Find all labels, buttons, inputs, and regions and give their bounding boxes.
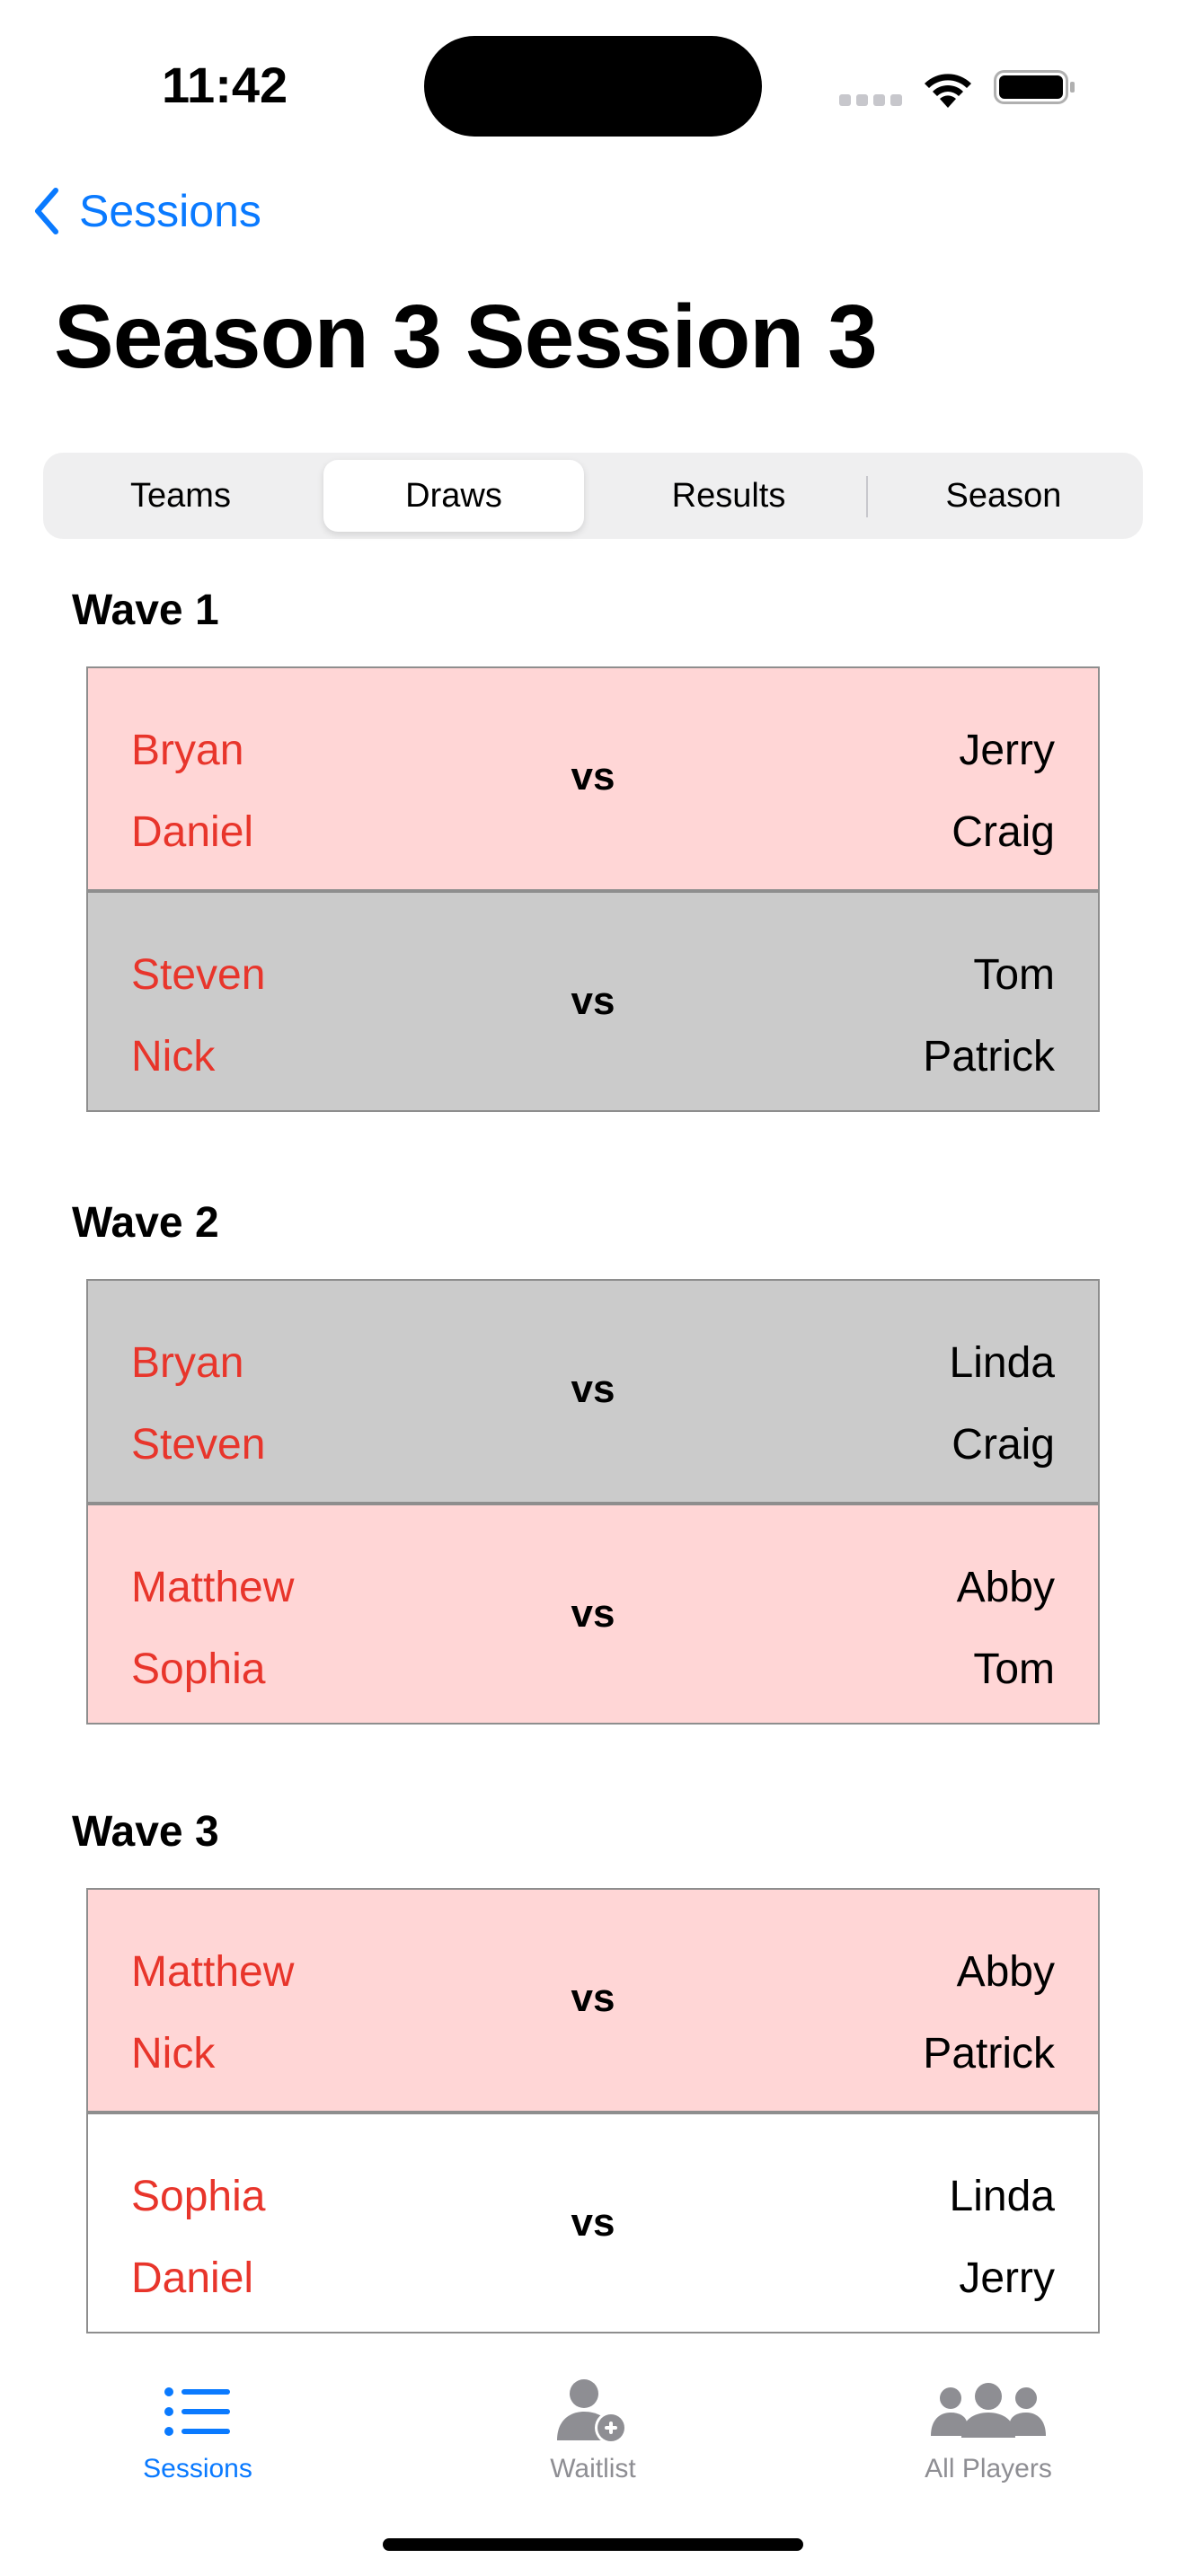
segment-draws[interactable]: Draws	[323, 460, 584, 532]
vs-label: vs	[571, 2201, 615, 2245]
match-row[interactable]: Sophia Daniel vs Linda Jerry	[88, 2111, 1098, 2332]
segment-season[interactable]: Season	[873, 460, 1134, 532]
wave-title: Wave 1	[72, 587, 219, 634]
player-name: Daniel	[131, 2254, 254, 2302]
player-name: Patrick	[923, 1033, 1055, 1081]
wave-draws: Matthew Nick vs Abby Patrick Sophia Dani…	[86, 1888, 1100, 2333]
back-button-label: Sessions	[79, 186, 261, 236]
cellular-signal-icon	[839, 94, 902, 107]
match-row[interactable]: Matthew Sophia vs Abby Tom	[88, 1502, 1098, 1723]
status-time: 11:42	[162, 57, 288, 113]
vs-label: vs	[571, 1592, 615, 1636]
segment-teams[interactable]: Teams	[50, 460, 311, 532]
match-row[interactable]: Bryan Steven vs Linda Craig	[88, 1281, 1098, 1502]
list-bullet-icon	[164, 2387, 230, 2436]
vs-label: vs	[571, 754, 615, 798]
player-name: Sophia	[131, 1645, 266, 1693]
wave-draws: Bryan Daniel vs Jerry Craig Steven Nick …	[86, 666, 1100, 1112]
tab-label: All Players	[925, 2454, 1052, 2483]
tab-all-players[interactable]: All Players	[854, 2371, 1123, 2484]
person-add-icon	[557, 2379, 627, 2444]
player-name: Linda	[949, 2173, 1055, 2220]
segment-divider	[866, 476, 868, 517]
wave-draws: Bryan Steven vs Linda Craig Matthew Soph…	[86, 1279, 1100, 1725]
player-name: Jerry	[959, 2254, 1055, 2302]
segment-results[interactable]: Results	[598, 460, 859, 532]
player-name: Steven	[131, 1421, 266, 1469]
player-name: Tom	[973, 1645, 1055, 1693]
player-name: Daniel	[131, 808, 254, 856]
tab-label: Waitlist	[550, 2454, 636, 2483]
player-name: Jerry	[959, 727, 1055, 774]
wave-title: Wave 2	[72, 1199, 219, 1247]
right-team: Abby Tom	[957, 1547, 1055, 1710]
right-team: Tom Patrick	[923, 934, 1055, 1098]
tab-sessions[interactable]: Sessions	[63, 2371, 332, 2484]
segmented-control: Teams Draws Results Season	[43, 453, 1143, 539]
match-row[interactable]: Bryan Daniel vs Jerry Craig	[88, 668, 1098, 889]
tab-label: Sessions	[143, 2454, 252, 2483]
player-name: Linda	[949, 1339, 1055, 1387]
player-name: Patrick	[923, 2030, 1055, 2078]
player-name: Nick	[131, 1033, 216, 1081]
battery-icon	[994, 70, 1075, 104]
back-button[interactable]: Sessions	[32, 180, 261, 243]
right-team: Linda Craig	[950, 1322, 1055, 1486]
right-team: Linda Jerry	[950, 2156, 1055, 2319]
player-name: Tom	[973, 951, 1055, 999]
player-name: Nick	[131, 2030, 216, 2078]
match-row[interactable]: Steven Nick vs Tom Patrick	[88, 889, 1098, 1110]
tab-waitlist[interactable]: Waitlist	[458, 2371, 728, 2484]
vs-label: vs	[571, 1367, 615, 1411]
player-name: Abby	[956, 1564, 1055, 1611]
people-group-icon	[931, 2383, 1046, 2438]
wave-title: Wave 3	[72, 1808, 219, 1856]
status-bar: 11:42	[0, 0, 1186, 171]
right-team: Jerry Craig	[951, 710, 1055, 873]
dynamic-island	[424, 36, 762, 137]
right-team: Abby Patrick	[923, 1931, 1055, 2095]
chevron-left-icon	[35, 188, 58, 234]
player-name: Abby	[956, 1948, 1055, 1996]
wifi-icon	[925, 74, 971, 108]
match-row[interactable]: Matthew Nick vs Abby Patrick	[88, 1890, 1098, 2111]
player-name: Craig	[951, 808, 1055, 856]
home-indicator	[383, 2538, 803, 2551]
player-name: Craig	[951, 1421, 1055, 1469]
page-title: Season 3 Session 3	[54, 287, 878, 387]
